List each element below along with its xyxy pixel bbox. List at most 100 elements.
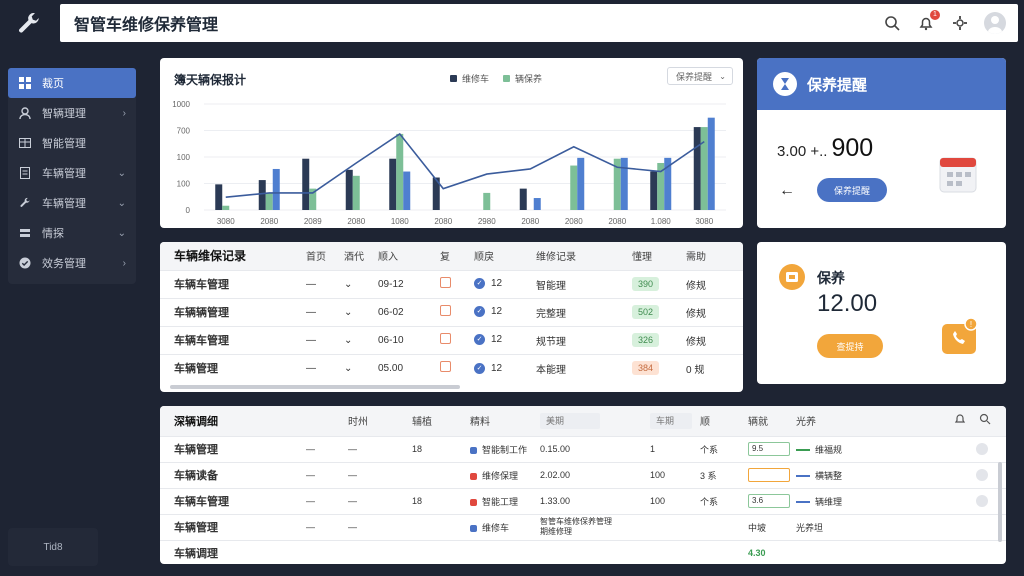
search-icon[interactable]: [882, 13, 902, 33]
chart-bar[interactable]: [403, 171, 411, 210]
sidebar-item-vehicles[interactable]: 智辆理理 ›: [8, 98, 136, 128]
reminder-button[interactable]: 保养提醒: [817, 178, 887, 202]
chart-bar[interactable]: [352, 175, 360, 210]
sidebar-item-smart[interactable]: 智能管理: [8, 128, 136, 158]
sidebar-item-repair[interactable]: 车辆管理 ⌄: [8, 188, 136, 218]
row-action-cell: [930, 513, 1006, 540]
row-action-button[interactable]: [976, 469, 988, 481]
document-icon[interactable]: [440, 277, 451, 288]
chart-bar[interactable]: [222, 205, 230, 210]
row-chevron[interactable]: ⌄: [338, 269, 372, 298]
table-row[interactable]: 车辆管理 — — 维修车 智管车维修保养管理 期维修理 中坡 光养坦: [160, 513, 1006, 540]
sidebar-item-home[interactable]: 裁页: [8, 68, 136, 98]
column-header[interactable]: 酒代: [338, 242, 372, 270]
chart-bar[interactable]: [389, 158, 397, 210]
avatar[interactable]: [984, 12, 1006, 34]
chart-bar[interactable]: [570, 165, 578, 210]
column-header[interactable]: 精料: [464, 406, 534, 436]
row-action-button[interactable]: [976, 443, 988, 455]
row-action-cell: [930, 435, 1006, 462]
row-item-cell: 维修车: [464, 513, 534, 540]
table-row[interactable]: 车辆辆管理 — ⌄ 06-02 ✓ 12 完整理 502 修规: [160, 297, 743, 326]
column-header[interactable]: 需助: [680, 242, 743, 270]
row-unit: 3 系: [694, 461, 742, 488]
table-row[interactable]: 车辆管理 — ⌄ 05.00 ✓ 12 本能理 384 0 规: [160, 353, 743, 382]
horizontal-scrollbar[interactable]: [170, 385, 460, 389]
search-icon[interactable]: [979, 413, 991, 428]
gear-icon[interactable]: [950, 13, 970, 33]
row-chevron[interactable]: ⌄: [338, 325, 372, 354]
sidebar-item-vehicle-mgmt[interactable]: 车辆管理 ⌄: [8, 158, 136, 188]
table-row[interactable]: 车辆调理 4.30: [160, 539, 1006, 564]
vertical-scrollbar[interactable]: [998, 462, 1002, 542]
maintenance-reminder-card: 保养提醒 3.00 +.. 900 ← 保养提醒: [757, 58, 1006, 228]
table-row[interactable]: 车辆车管理 — ⌄ 06-10 ✓ 12 规节理 326 修规: [160, 325, 743, 354]
document-icon[interactable]: [440, 333, 451, 344]
document-icon[interactable]: [440, 305, 451, 316]
bell-icon[interactable]: 1: [916, 10, 940, 33]
user-icon: [18, 106, 32, 120]
value-field[interactable]: 9.5: [748, 442, 790, 456]
column-header[interactable]: 顺: [694, 406, 742, 436]
column-header[interactable]: 顺入: [372, 242, 434, 270]
filter-select[interactable]: 美期: [540, 412, 600, 429]
row-chevron[interactable]: ⌄: [338, 297, 372, 326]
row-chevron[interactable]: ⌄: [338, 353, 372, 382]
table-header-row: 车辆维保记录 首页 酒代 顺入 复 顺戾 维修记录 懂理 需助: [160, 242, 743, 270]
chart-bar[interactable]: [272, 168, 280, 210]
chart-bar[interactable]: [265, 192, 273, 210]
column-header[interactable]: 车期: [644, 406, 694, 436]
row-action[interactable]: 修规: [680, 325, 743, 354]
table-row[interactable]: 车辆读备 — — 维修保理 2.02.00 100 3 系 横辆整: [160, 461, 1006, 488]
row-unit: 个系: [694, 487, 742, 514]
chart-bar[interactable]: [215, 184, 223, 210]
column-header[interactable]: 维修记录: [530, 242, 626, 270]
table-row[interactable]: 车辆车管理 — ⌄ 09-12 ✓ 12 智能理 390 修规: [160, 269, 743, 298]
row-tag: [790, 539, 930, 564]
sidebar-item-service[interactable]: 效务管理 ›: [8, 248, 136, 278]
row-price: [534, 539, 644, 564]
sidebar-item-info[interactable]: 情探 ⌄: [8, 218, 136, 248]
chart-bar[interactable]: [650, 171, 658, 210]
chart-bar[interactable]: [707, 117, 715, 210]
chart-bar[interactable]: [396, 133, 404, 210]
sidebar-bottom-label[interactable]: Tid8: [8, 528, 98, 566]
column-header[interactable]: 首页: [300, 242, 338, 270]
column-header[interactable]: 复: [434, 242, 468, 270]
column-header[interactable]: 时州: [342, 406, 406, 436]
bell-icon[interactable]: [954, 413, 966, 428]
chart-bar[interactable]: [693, 127, 701, 210]
row-price-sub: 期维修理: [540, 527, 572, 536]
chart-bar[interactable]: [700, 127, 708, 210]
chart-bar[interactable]: [577, 157, 585, 210]
column-header[interactable]: 顺戾: [468, 242, 530, 270]
arrow-left-icon[interactable]: ←: [779, 182, 795, 200]
value-field[interactable]: 3.6: [748, 494, 790, 508]
value-field[interactable]: [748, 468, 790, 482]
column-header[interactable]: 辅植: [406, 406, 464, 436]
chart-bar[interactable]: [620, 157, 628, 210]
row-unit: 个系: [694, 435, 742, 462]
sidebar-item-label: 效务管理: [42, 258, 86, 270]
column-header[interactable]: 美期: [534, 406, 644, 436]
row-action-button[interactable]: [976, 495, 988, 507]
column-header[interactable]: 辆就: [742, 406, 790, 436]
chart-bar[interactable]: [533, 198, 541, 210]
chart-bar[interactable]: [519, 188, 527, 210]
table-row[interactable]: 车辆车管理 — — 18 智能工理 1.33.00 100 个系 3.6 辆维理: [160, 487, 1006, 514]
row-action[interactable]: 修规: [680, 297, 743, 326]
row-action[interactable]: 修规: [680, 269, 743, 298]
wrench-logo-icon[interactable]: [12, 8, 46, 40]
column-header[interactable]: [300, 406, 342, 436]
chart-bar[interactable]: [302, 158, 310, 210]
maintenance-button[interactable]: 查提持: [817, 334, 883, 358]
chart-bar[interactable]: [258, 180, 266, 210]
filter-select[interactable]: 车期: [650, 412, 692, 429]
column-header[interactable]: 懂理: [626, 242, 680, 270]
document-icon[interactable]: [440, 361, 451, 373]
column-header[interactable]: 光养: [790, 406, 930, 436]
chart-bar[interactable]: [345, 169, 353, 210]
row-action[interactable]: 0 规: [680, 353, 743, 382]
chart-bar[interactable]: [483, 192, 491, 210]
table-row[interactable]: 车辆管理 — — 18 智能制工作 0.15.00 1 个系 9.5 维福规: [160, 435, 1006, 462]
